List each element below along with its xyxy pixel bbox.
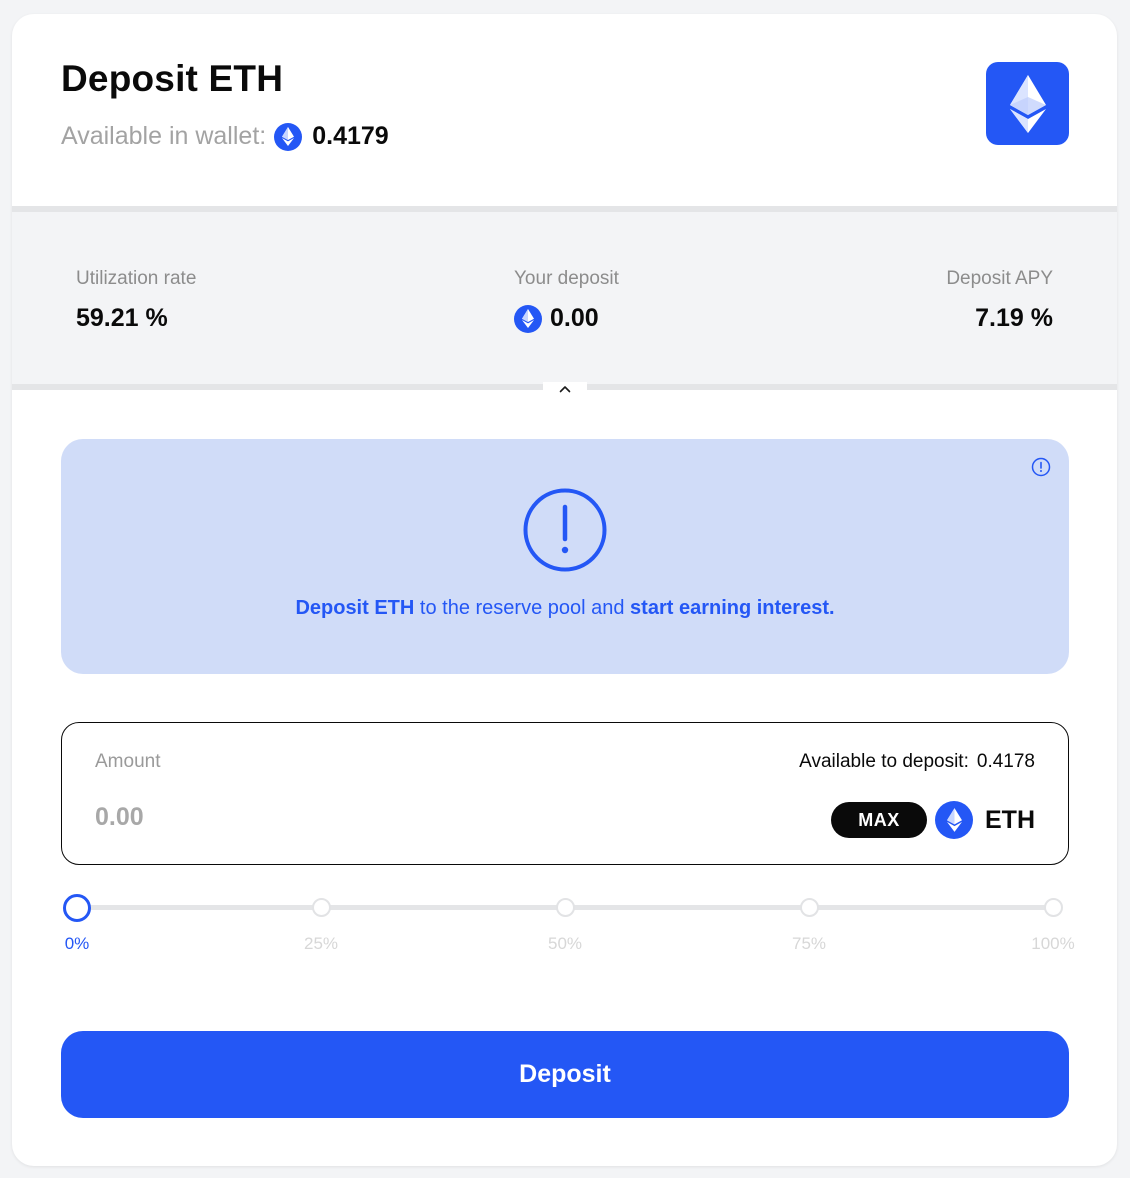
deposit-apy-label: Deposit APY xyxy=(946,268,1053,289)
amount-field: Amount Available to deposit: 0.4178 MAX … xyxy=(61,722,1069,865)
card-header: Deposit ETH Available in wallet: 0.4179 xyxy=(12,14,1117,206)
your-deposit-label: Your deposit xyxy=(514,268,619,289)
utilization-value: 59.21 % xyxy=(76,304,168,332)
available-to-deposit: Available to deposit: 0.4178 xyxy=(799,751,1035,773)
max-button[interactable]: MAX xyxy=(831,802,927,838)
deposit-apy-value: 7.19 % xyxy=(975,304,1053,332)
amount-percent-slider[interactable]: 0% 25% 50% 75% 100% xyxy=(61,894,1075,964)
slider-step-50[interactable] xyxy=(556,898,575,917)
slider-label-100[interactable]: 100% xyxy=(1031,934,1074,954)
info-middle-text: to the reserve pool and xyxy=(414,597,631,619)
slider-label-75[interactable]: 75% xyxy=(792,934,826,954)
slider-handle[interactable] xyxy=(63,894,91,922)
your-deposit-row: 0.00 xyxy=(514,304,619,333)
slider-label-0[interactable]: 0% xyxy=(65,934,90,954)
eth-icon xyxy=(935,801,973,839)
exclamation-circle-icon xyxy=(522,487,608,578)
wallet-value: 0.4179 xyxy=(312,122,389,150)
your-deposit-stat: Your deposit 0.00 xyxy=(514,268,619,333)
wallet-balance: Available in wallet: 0.4179 xyxy=(61,122,389,151)
eth-icon xyxy=(1009,74,1046,133)
token-symbol: ETH xyxy=(985,805,1035,834)
info-bold-deposit: Deposit ETH xyxy=(295,597,415,619)
reserve-stats: Utilization rate 59.21 % Your deposit 0.… xyxy=(12,206,1117,390)
slider-step-25[interactable] xyxy=(312,898,331,917)
your-deposit-value: 0.00 xyxy=(550,304,599,332)
amount-input[interactable] xyxy=(95,803,395,832)
deposit-card: Deposit ETH Available in wallet: 0.4179 … xyxy=(12,14,1117,1166)
utilization-stat: Utilization rate 59.21 % xyxy=(76,268,196,333)
amount-token-controls: MAX ETH xyxy=(831,801,1035,839)
deposit-apy-stat: Deposit APY 7.19 % xyxy=(946,268,1053,333)
eth-token-logo xyxy=(986,62,1069,145)
info-bold-earning: start earning interest. xyxy=(630,597,835,619)
deposit-button[interactable]: Deposit xyxy=(61,1031,1069,1118)
chevron-up-icon xyxy=(559,386,571,393)
slider-label-50[interactable]: 50% xyxy=(548,934,582,954)
info-banner: Deposit ETH to the reserve pool and star… xyxy=(61,439,1069,674)
slider-label-25[interactable]: 25% xyxy=(304,934,338,954)
slider-step-100[interactable] xyxy=(1044,898,1063,917)
amount-label: Amount xyxy=(95,751,161,772)
page-title: Deposit ETH xyxy=(61,58,284,99)
utilization-label: Utilization rate xyxy=(76,268,197,289)
available-to-deposit-label: Available to deposit: xyxy=(799,751,969,772)
info-message: Deposit ETH to the reserve pool and star… xyxy=(61,597,1069,620)
available-to-deposit-value: 0.4178 xyxy=(976,751,1035,772)
eth-icon xyxy=(514,304,542,333)
info-circle-icon[interactable] xyxy=(1031,457,1051,482)
slider-step-75[interactable] xyxy=(800,898,819,917)
wallet-label: Available in wallet: xyxy=(61,122,267,150)
collapse-stats-toggle[interactable] xyxy=(543,382,587,396)
eth-icon xyxy=(274,122,303,151)
